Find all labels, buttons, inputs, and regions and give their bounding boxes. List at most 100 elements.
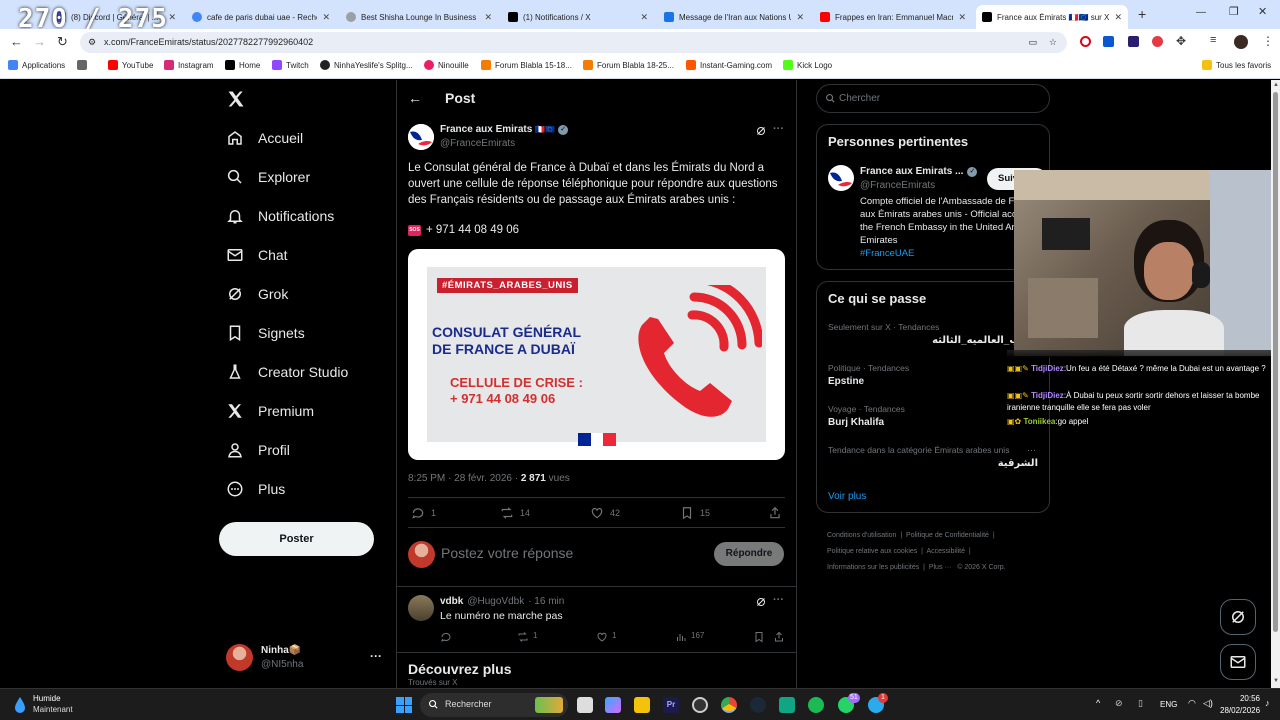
footer-link[interactable]: Politique relative aux cookies (827, 548, 917, 555)
trend-item[interactable]: Tendance dans la catégorie Émirats arabe… (828, 445, 1040, 479)
scrollbar-thumb[interactable] (1273, 92, 1278, 632)
nav-creator-studio[interactable]: Creator Studio (226, 363, 348, 381)
file-explorer-icon[interactable] (634, 697, 650, 713)
nav-home[interactable]: Accueil (226, 129, 303, 147)
forward-icon[interactable]: → (33, 34, 46, 49)
page-scrollbar[interactable]: ▲ ▼ (1271, 80, 1280, 688)
reply-button[interactable]: Répondre (714, 542, 784, 566)
bookmark-count-button[interactable]: 15 (680, 506, 710, 520)
volume-icon[interactable]: ◁) (1203, 698, 1213, 709)
more-dots-icon[interactable]: ··· (773, 594, 784, 606)
bookmark-twitch[interactable]: Twitch (272, 60, 309, 70)
bookmark-ninouille[interactable]: Ninouille (424, 60, 469, 70)
install-app-icon[interactable]: ▭ (1028, 32, 1037, 53)
address-bar[interactable]: ⚙ x.com/FranceEmirats/status/20277822779… (80, 32, 1067, 53)
browser-tab[interactable]: (1) Notifications / X ✕ (502, 5, 654, 29)
reading-list-icon[interactable]: ≡ (1210, 34, 1216, 46)
back-arrow-icon[interactable]: ← (408, 90, 422, 106)
star-bookmark-icon[interactable]: ☆ (1049, 32, 1057, 53)
x-logo-icon[interactable] (226, 89, 246, 109)
reply-author[interactable]: vdbk (440, 596, 463, 607)
all-bookmarks[interactable]: Tous les favoris (1202, 60, 1271, 70)
browser-tab[interactable]: Message de l'Iran aux Nations Unies✕ (658, 5, 810, 29)
wifi-icon[interactable]: ◠ (1188, 698, 1196, 709)
share-icon[interactable] (768, 506, 782, 520)
copilot-icon[interactable] (605, 697, 621, 713)
close-tab-icon[interactable]: ✕ (168, 12, 176, 23)
grok-floating-button[interactable] (1220, 599, 1256, 635)
premiere-icon[interactable]: Pr (663, 697, 679, 713)
more-dots-icon[interactable]: ··· (773, 123, 784, 135)
minimize-window-button[interactable]: — (1196, 7, 1206, 18)
search-box[interactable]: Chercher (816, 84, 1050, 113)
messages-floating-button[interactable] (1220, 644, 1256, 680)
reply-reply-button[interactable] (440, 631, 456, 643)
nav-profile[interactable]: Profil (226, 441, 290, 459)
bookmark-icon[interactable] (753, 631, 765, 643)
task-view-icon[interactable] (577, 697, 593, 713)
close-tab-icon[interactable]: ✕ (796, 12, 804, 23)
nav-more[interactable]: Plus (226, 480, 285, 498)
clock-time[interactable]: 20:56 (1220, 694, 1260, 703)
reply-like-button[interactable]: 1 (596, 631, 616, 643)
notification-bell-icon[interactable]: ♪ (1265, 698, 1270, 708)
author-name[interactable]: France aux Emirats 🇫🇷🇪🇺 ✓ (440, 124, 569, 135)
tweet-image[interactable]: #ÉMIRATS_ARABES_UNIS CONSULAT GÉNÉRAL DE… (408, 249, 785, 460)
close-tab-icon[interactable]: ✕ (484, 12, 492, 23)
nav-grok[interactable]: Grok (226, 285, 288, 303)
scrollbar-up-icon[interactable]: ▲ (1273, 82, 1279, 88)
footer-link[interactable]: Accessibilité (927, 548, 966, 555)
taskbar-search[interactable]: Rechercher (420, 693, 568, 717)
nav-bookmarks[interactable]: Signets (226, 324, 305, 342)
bookmark-kick[interactable]: Kick Logo (783, 60, 832, 70)
opera-extension-icon[interactable] (1080, 36, 1091, 47)
relevant-handle[interactable]: @FranceEmirats (860, 180, 935, 191)
reply-count-button[interactable]: 1 (411, 506, 436, 520)
browser-tab[interactable]: Frappes en Iran: Emmanuel Macron ✕ (814, 5, 972, 29)
reply-handle[interactable]: @HugoVdbk (467, 596, 524, 607)
obs-icon[interactable] (692, 697, 708, 713)
new-tab-button[interactable]: + (1138, 6, 1146, 22)
bookmark-forum-15-18[interactable]: Forum Blabla 15-18... (481, 60, 572, 70)
browser-tab[interactable]: cafe de paris dubai uae - Recherche✕ (186, 5, 336, 29)
back-icon[interactable]: ← (10, 34, 23, 49)
account-switcher[interactable]: Ninha📦 @NI5nha ··· (226, 643, 384, 675)
trend-more-icon[interactable]: ··· (1027, 445, 1036, 455)
chrome-icon[interactable] (721, 697, 737, 713)
extension-icon[interactable] (1128, 36, 1139, 47)
bookmark-splitgate[interactable]: NinhaYeslife's Splitg... (320, 60, 413, 70)
bookmark-instant-gaming[interactable]: Instant-Gaming.com (686, 60, 772, 70)
reply-views-button[interactable]: 167 (675, 631, 704, 643)
show-more-link[interactable]: Voir plus (828, 491, 866, 502)
close-window-button[interactable]: ✕ (1258, 5, 1267, 18)
tray-app-icon[interactable]: ⊘ (1115, 698, 1123, 709)
share-icon[interactable] (773, 631, 785, 643)
footer-link[interactable]: Politique de Confidentialité (906, 532, 989, 539)
grok-icon[interactable] (755, 596, 767, 608)
scrollbar-down-icon[interactable]: ▼ (1273, 678, 1279, 684)
steam-icon[interactable] (750, 697, 766, 713)
bookmark-instagram[interactable]: Instagram (164, 60, 214, 70)
bookmark-home[interactable]: Home (225, 60, 260, 70)
tray-app-icon[interactable]: ▯ (1138, 698, 1143, 709)
relevant-name[interactable]: France aux Emirats ... ✓ (860, 166, 978, 177)
bookmark-youtube[interactable]: YouTube (108, 60, 153, 70)
extensions-puzzle-icon[interactable]: ✥ (1176, 34, 1186, 48)
reply-avatar[interactable] (408, 595, 434, 621)
browser-tab[interactable]: Best Shisha Lounge In Business Bay ✕ (340, 5, 498, 29)
more-dots-icon[interactable]: ··· (370, 649, 382, 663)
close-tab-icon[interactable]: ✕ (958, 12, 966, 23)
reload-icon[interactable]: ↻ (57, 34, 68, 50)
bookmark-forum-18-25[interactable]: Forum Blabla 18-25... (583, 60, 674, 70)
close-tab-icon[interactable]: ✕ (322, 12, 330, 23)
footer-link[interactable]: Plus ··· (929, 564, 952, 571)
site-info-icon[interactable]: ⚙ (88, 32, 96, 53)
maximize-window-button[interactable]: ❐ (1229, 5, 1239, 18)
bookmark-apps[interactable]: Applications (8, 60, 65, 70)
close-tab-icon[interactable]: ✕ (1114, 12, 1122, 23)
weather-icon[interactable] (12, 696, 28, 714)
repost-count-button[interactable]: 14 (500, 506, 530, 520)
reply-input[interactable]: Postez votre réponse (441, 545, 701, 561)
extension-icon[interactable] (1152, 36, 1163, 47)
nav-chat[interactable]: Chat (226, 246, 288, 264)
